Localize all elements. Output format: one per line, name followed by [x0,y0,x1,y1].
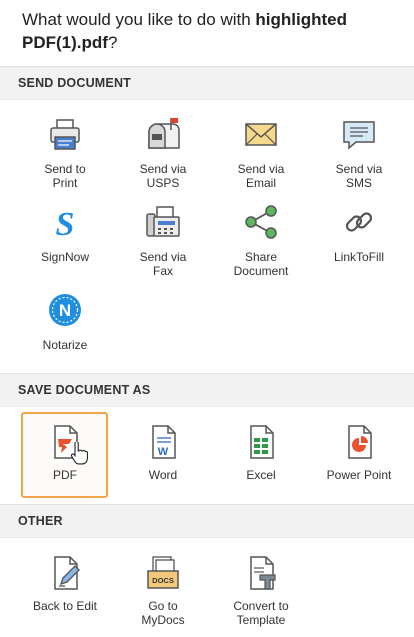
powerpoint-file-icon [348,425,372,459]
tile-label: Share Document [233,250,289,278]
tile-label: Send via Fax [139,250,187,278]
word-file-icon: W [152,425,176,459]
go-to-mydocs-button[interactable]: DOCS Go to MyDocs [119,555,207,627]
svg-text:S: S [56,206,75,240]
signnow-logo-icon: S [56,206,75,240]
tile-label: Convert to Template [233,599,289,627]
printer-icon [50,119,80,150]
tile-label: Excel [246,468,276,482]
tile-label: SignNow [40,250,90,264]
linktofill-button[interactable]: LinkToFill [315,204,403,270]
notarize-button[interactable]: N Notarize [21,292,109,358]
section-save-document-as: SAVE DOCUMENT AS [0,373,414,407]
tile-label: Send via Email [237,162,285,190]
save-as-powerpoint-button[interactable]: Power Point [315,424,403,494]
save-as-pdf-button[interactable]: PDF [21,424,109,494]
fax-machine-icon [146,206,180,237]
tile-label: Back to Edit [32,599,98,613]
section-title: SEND DOCUMENT [18,76,132,90]
convert-to-template-button[interactable]: Convert to Template [217,555,305,627]
svg-text:N: N [59,301,71,320]
tile-label: Word [148,468,178,482]
section-title: SAVE DOCUMENT AS [18,383,151,397]
envelope-icon [245,123,277,146]
tile-label: Notarize [42,338,88,352]
title-suffix: ? [107,33,118,52]
save-as-excel-button[interactable]: Excel [217,424,305,494]
section-send-document: SEND DOCUMENT [0,66,414,100]
share-document-button[interactable]: Share Document [217,204,305,282]
tile-label: PDF [53,468,77,482]
send-via-sms-button[interactable]: Send via SMS [315,116,403,194]
tile-label: Power Point [326,468,392,482]
send-via-email-button[interactable]: Send via Email [217,116,305,194]
tile-label: Send via USPS [139,162,187,190]
svg-text:W: W [158,446,169,458]
tile-label: Go to MyDocs [141,599,185,627]
link-icon [345,212,373,232]
share-icon [245,205,277,239]
docs-folder-icon: DOCS [147,556,179,589]
send-via-fax-button[interactable]: Send via Fax [119,204,207,282]
tile-label: LinkToFill [333,250,384,264]
chat-bubble-icon [343,121,375,150]
signnow-button[interactable]: S SignNow [21,204,109,270]
tile-label: Send via SMS [335,162,383,190]
excel-file-icon [250,425,274,459]
template-icon [250,556,276,590]
mailbox-icon [148,118,180,149]
svg-text:DOCS: DOCS [152,576,174,585]
tile-label: Send to Print [44,162,86,190]
send-via-usps-button[interactable]: Send via USPS [119,116,207,194]
title-prefix: What would you like to do with [22,10,256,29]
section-title: OTHER [18,514,63,528]
edit-document-icon [54,556,80,590]
dialog-title: What would you like to do with highlight… [0,0,414,64]
send-to-print-button[interactable]: Send to Print [21,116,109,194]
save-as-word-button[interactable]: W Word [119,424,207,494]
back-to-edit-button[interactable]: Back to Edit [21,555,109,613]
section-other: OTHER [0,504,414,538]
hand-cursor-icon [70,442,88,465]
notarize-logo-icon: N [49,294,81,326]
